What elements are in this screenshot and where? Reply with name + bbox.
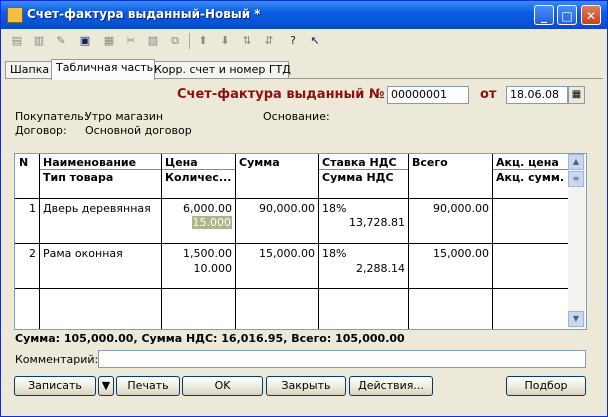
- col-header-vat-sum[interactable]: Сумма НДС: [322, 171, 394, 184]
- col-divider: [235, 154, 236, 329]
- print-button[interactable]: Печать: [116, 376, 180, 396]
- sort-desc-icon[interactable]: ⇵: [261, 33, 277, 49]
- col-divider: [318, 154, 319, 329]
- comment-field[interactable]: [98, 350, 586, 368]
- product-name[interactable]: Рама оконная: [43, 247, 123, 260]
- toolbar-separator: [189, 33, 190, 49]
- qty-cell[interactable]: 10.000: [161, 262, 233, 275]
- tab-corr-account[interactable]: Корр. счет и номер ГТД: [149, 61, 291, 79]
- col-divider: [492, 154, 493, 329]
- price-cell[interactable]: 6,000.00: [161, 202, 232, 215]
- buyer-label: Покупатель:: [15, 110, 88, 123]
- tab-header[interactable]: Шапка: [5, 61, 55, 79]
- table-scrollbar[interactable]: ▲ ≡ ▼: [568, 154, 585, 328]
- scroll-down-button[interactable]: ▼: [568, 311, 584, 327]
- col-header-vat-rate[interactable]: Ставка НДС: [322, 156, 397, 169]
- contract-label: Договор:: [15, 124, 67, 137]
- col-header-excise-sum[interactable]: Акц. сумм.: [496, 171, 564, 184]
- total-cell[interactable]: 90,000.00: [408, 202, 489, 215]
- col-header-type[interactable]: Тип товара: [43, 171, 113, 184]
- move-up-icon[interactable]: ⬆: [195, 33, 211, 49]
- total-cell[interactable]: 15,000.00: [408, 247, 489, 260]
- buyer-value[interactable]: Утро магазин: [85, 110, 163, 123]
- cut-icon[interactable]: ✂: [123, 33, 139, 49]
- header-divider: [15, 198, 568, 199]
- add-row-icon[interactable]: ▤: [9, 33, 25, 49]
- row-number: 1: [29, 202, 36, 215]
- product-name[interactable]: Дверь деревянная: [43, 202, 151, 215]
- goods-table[interactable]: N Наименование Тип товара Цена Количес..…: [14, 153, 587, 330]
- sum-cell[interactable]: 90,000.00: [235, 202, 315, 215]
- close-button[interactable]: Закрыть: [266, 376, 346, 396]
- context-help-icon[interactable]: ↖: [307, 33, 323, 49]
- vat-sum-cell[interactable]: 2,288.14: [318, 262, 405, 275]
- col-divider: [39, 154, 40, 329]
- totals-line: Сумма: 105,000.00, Сумма НДС: 16,016.95,…: [15, 332, 405, 345]
- row-divider: [15, 288, 568, 289]
- save-icon[interactable]: ▣: [77, 33, 93, 49]
- actions-button[interactable]: Действия...: [349, 376, 433, 396]
- col-header-n[interactable]: N: [19, 156, 28, 169]
- title-bar[interactable]: Счет-фактура выданный-Новый * _ □ ✕: [1, 1, 607, 29]
- edit-row-icon[interactable]: ✎: [53, 33, 69, 49]
- sort-asc-icon[interactable]: ⇅: [239, 33, 255, 49]
- maximize-button[interactable]: □: [557, 5, 577, 25]
- col-header-name[interactable]: Наименование: [43, 156, 136, 169]
- basis-label: Основание:: [263, 110, 330, 123]
- scroll-thumb[interactable]: ≡: [568, 171, 584, 187]
- toolbar: ▤ ▥ ✎ ▣ ▦ ✂ ▧ ⧉ ⬆ ⬇ ⇅ ⇵ ? ↖: [5, 31, 605, 51]
- col-header-total[interactable]: Всего: [412, 156, 448, 169]
- vat-rate-cell[interactable]: 18%: [322, 247, 346, 260]
- help-icon[interactable]: ?: [285, 33, 301, 49]
- ok-button[interactable]: OK: [182, 376, 263, 396]
- subheader-divider: [40, 169, 161, 170]
- end-edit-icon[interactable]: ▧: [145, 33, 161, 49]
- save-dropdown-button[interactable]: ▼: [98, 376, 114, 396]
- selection-button[interactable]: Подбор: [506, 376, 586, 396]
- minimize-button[interactable]: _: [534, 5, 554, 25]
- vat-sum-cell[interactable]: 13,728.81: [318, 216, 405, 229]
- scroll-up-button[interactable]: ▲: [568, 154, 584, 170]
- col-divider: [161, 154, 162, 329]
- row-number: 2: [29, 247, 36, 260]
- subheader-divider: [493, 169, 568, 170]
- close-window-button[interactable]: ✕: [581, 5, 601, 25]
- subheader-divider: [162, 169, 235, 170]
- sum-cell[interactable]: 15,000.00: [235, 247, 315, 260]
- tab-table-part[interactable]: Табличная часть: [51, 59, 155, 80]
- col-header-qty[interactable]: Количес...: [165, 171, 233, 184]
- comment-label: Комментарий:: [15, 353, 99, 366]
- date-from-label: от: [480, 87, 497, 102]
- document-window: Счет-фактура выданный-Новый * _ □ ✕ ▤ ▥ …: [0, 0, 608, 417]
- col-header-excise-price[interactable]: Акц. цена: [496, 156, 559, 169]
- subheader-divider: [319, 169, 408, 170]
- copy-row-icon[interactable]: ▥: [31, 33, 47, 49]
- qty-cell-selected[interactable]: 15.000: [191, 216, 232, 229]
- calendar-icon[interactable]: ▦: [568, 86, 585, 104]
- contract-value[interactable]: Основной договор: [85, 124, 192, 137]
- move-down-icon[interactable]: ⬇: [217, 33, 233, 49]
- copy-icon[interactable]: ⧉: [167, 33, 183, 49]
- col-divider: [408, 154, 409, 329]
- delete-row-icon[interactable]: ▦: [101, 33, 117, 49]
- document-title: Счет-фактура выданный №: [177, 87, 385, 102]
- window-title: Счет-фактура выданный-Новый *: [27, 7, 261, 21]
- qty-cell[interactable]: 15.000: [161, 216, 232, 229]
- date-field[interactable]: 18.06.08: [506, 86, 568, 104]
- app-icon: [7, 7, 23, 23]
- vat-rate-cell[interactable]: 18%: [322, 202, 346, 215]
- col-header-sum[interactable]: Сумма: [239, 156, 280, 169]
- row-divider: [15, 243, 568, 244]
- col-header-price[interactable]: Цена: [165, 156, 198, 169]
- number-field[interactable]: 00000001: [387, 86, 469, 104]
- save-button[interactable]: Записать: [14, 376, 96, 396]
- price-cell[interactable]: 1,500.00: [161, 247, 232, 260]
